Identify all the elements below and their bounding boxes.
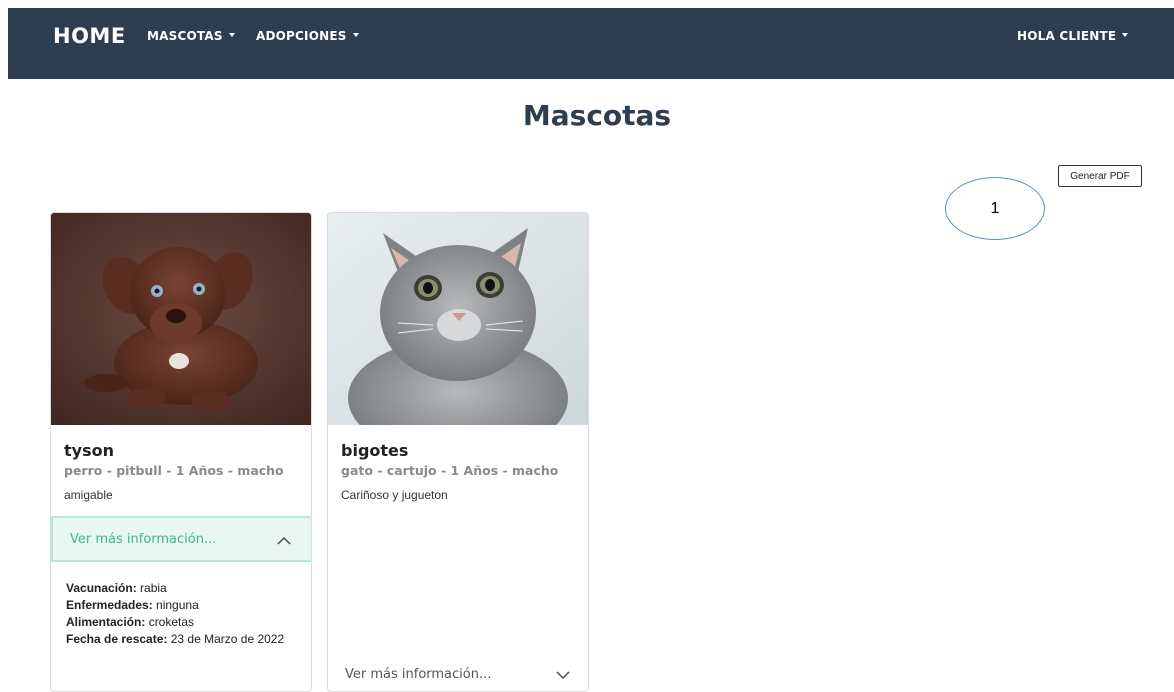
top-navbar: HOME MASCOTAS ADOPCIONES HOLA CLIENTE (8, 8, 1174, 79)
more-info-label: Ver más información... (70, 532, 217, 547)
chevron-down-icon (352, 32, 359, 37)
user-menu-label: HOLA CLIENTE (1017, 29, 1117, 43)
more-info-label: Ver más información... (345, 667, 492, 682)
pet-photo-cat (328, 213, 588, 425)
detail-rescue-date: Fecha de rescate: 23 de Marzo de 2022 (66, 632, 285, 646)
pet-name: tyson (64, 441, 114, 460)
pet-card: tyson perro - pitbull - 1 Años - macho a… (50, 212, 312, 692)
home-link[interactable]: HOME (53, 24, 126, 48)
annotation-callout: 1 (945, 177, 1045, 240)
pet-description: Cariñoso y jugueton (341, 488, 448, 502)
annotation-number: 1 (990, 200, 1000, 217)
nav-mascotas-label: MASCOTAS (147, 29, 223, 43)
pet-card: bigotes gato - cartujo - 1 Años - macho … (327, 212, 589, 692)
detail-diseases: Enfermedades: ninguna (66, 598, 199, 612)
pet-subtitle: gato - cartujo - 1 Años - macho (341, 463, 559, 478)
chevron-down-icon (556, 671, 570, 680)
pet-details: Vacunación: rabia Enfermedades: ninguna … (66, 580, 301, 648)
detail-vaccination: Vacunación: rabia (66, 581, 167, 595)
pet-description: amigable (64, 488, 113, 502)
pet-photo-dog (51, 213, 311, 425)
pet-name: bigotes (341, 441, 409, 460)
more-info-toggle[interactable]: Ver más información... (51, 516, 311, 562)
chevron-down-icon (1122, 32, 1129, 37)
pet-subtitle: perro - pitbull - 1 Años - macho (64, 463, 284, 478)
user-menu-dropdown[interactable]: HOLA CLIENTE (1017, 29, 1129, 43)
nav-adopciones-dropdown[interactable]: ADOPCIONES (256, 29, 359, 43)
generate-pdf-button[interactable]: Generar PDF (1058, 165, 1142, 187)
detail-food: Alimentación: croketas (66, 615, 195, 629)
more-info-toggle[interactable]: Ver más información... (328, 653, 588, 691)
chevron-up-icon (277, 536, 291, 545)
nav-mascotas-dropdown[interactable]: MASCOTAS (147, 29, 235, 43)
nav-adopciones-label: ADOPCIONES (256, 29, 347, 43)
chevron-down-icon (228, 32, 235, 37)
page-title: Mascotas (522, 99, 672, 132)
